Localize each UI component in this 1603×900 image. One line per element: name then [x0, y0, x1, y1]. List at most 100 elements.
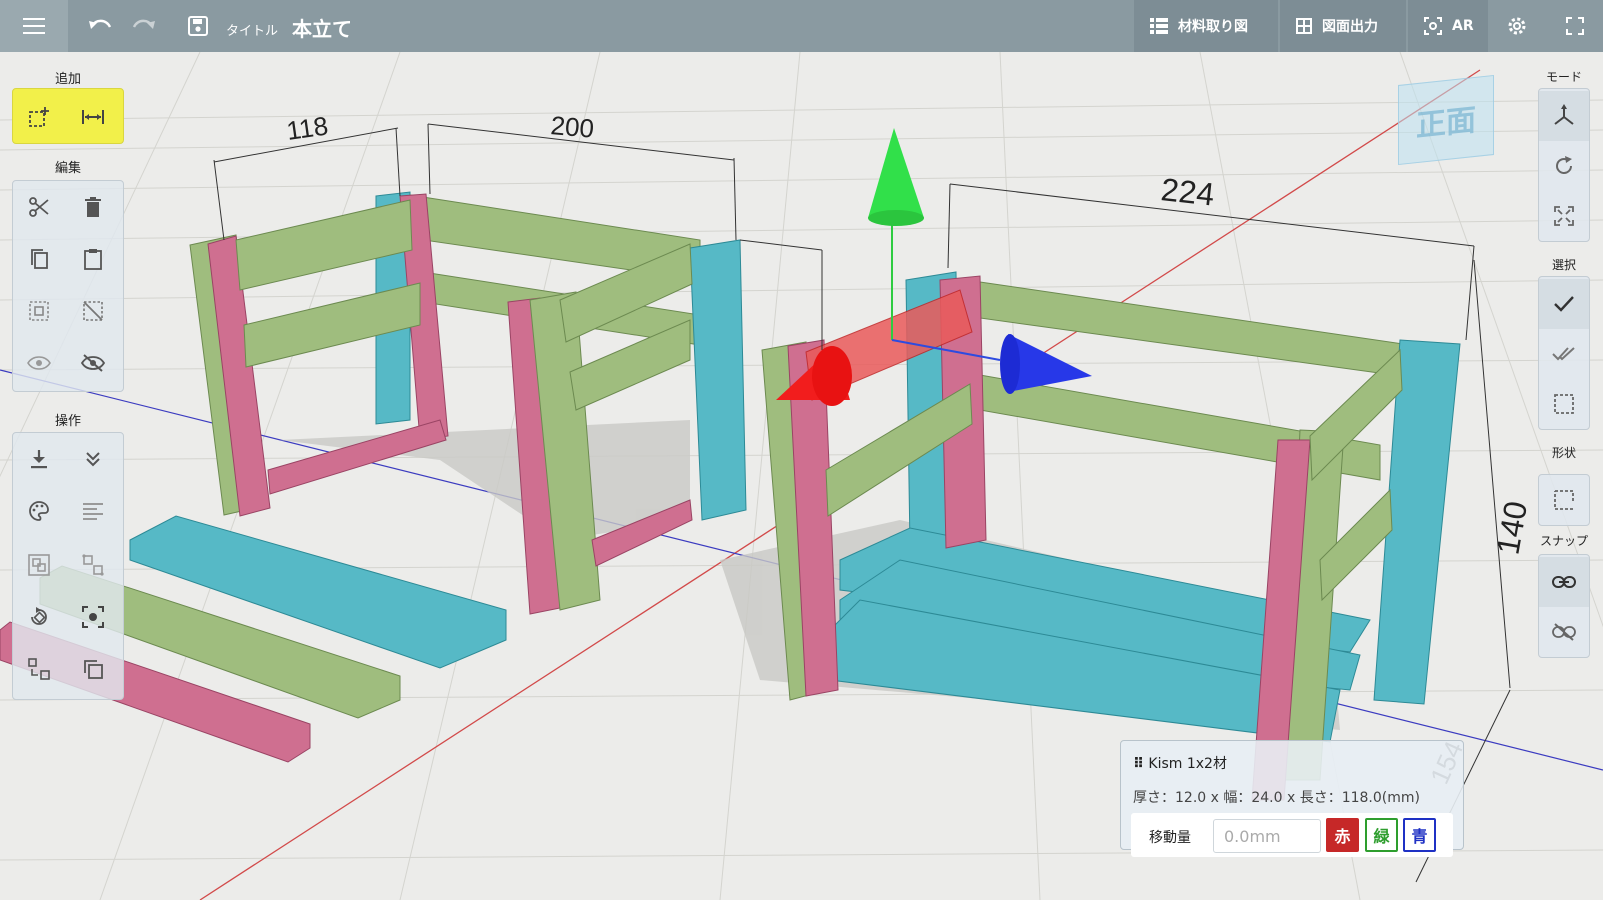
cut-list-label: 材料取り図 — [1178, 19, 1248, 35]
select-group-label: 選択 — [1551, 258, 1576, 272]
add-panel — [12, 88, 124, 144]
multi-select-button[interactable] — [1539, 329, 1589, 379]
box-select-button[interactable] — [1539, 379, 1589, 429]
move-amount-input[interactable] — [1213, 819, 1321, 853]
rotate-button[interactable] — [19, 597, 59, 637]
cut-button[interactable] — [19, 187, 59, 227]
snap-on-button[interactable] — [1539, 557, 1589, 607]
shape-button[interactable] — [1539, 475, 1589, 525]
move-mode-button[interactable] — [1539, 91, 1589, 141]
check-icon — [1554, 296, 1574, 312]
box-select-icon — [1554, 394, 1574, 414]
arrange-button[interactable] — [19, 649, 59, 689]
double-chevron-down-icon — [86, 452, 100, 467]
part-name-row: ⠿ Kism 1x2材 — [1133, 753, 1227, 773]
arrange-icon — [28, 658, 50, 680]
select-panel — [1538, 276, 1590, 430]
copy-button[interactable] — [19, 239, 59, 279]
drawing-output-button[interactable]: 図面出力 — [1280, 0, 1406, 52]
drawing-output-label: 図面出力 — [1322, 19, 1378, 35]
focus-button[interactable] — [73, 597, 113, 637]
trash-icon — [85, 197, 101, 217]
menu-icon — [23, 18, 45, 34]
mode-panel — [1538, 88, 1590, 242]
rotate-mode-button[interactable] — [1539, 141, 1589, 191]
edit-panel — [12, 180, 124, 392]
part-info-panel[interactable]: ⠿ Kism 1x2材 厚さ：12.0 x 幅：24.0 x 長さ：118.0(… — [1120, 740, 1464, 857]
save-icon — [188, 16, 208, 36]
drag-handle-icon[interactable]: ⠿ — [1133, 756, 1144, 772]
palette-icon — [29, 501, 49, 521]
fit-view-icon — [1554, 206, 1574, 226]
align-button[interactable] — [73, 491, 113, 531]
undo-icon — [89, 19, 112, 29]
move-amount-box: 移動量 赤 緑 青 — [1131, 813, 1453, 857]
delete-button[interactable] — [73, 187, 113, 227]
shape-group-label: 形状 — [1551, 446, 1576, 460]
add-box-icon — [29, 107, 49, 127]
ar-button[interactable]: AR — [1408, 0, 1488, 52]
paste-button[interactable] — [73, 239, 113, 279]
menu-button[interactable] — [0, 0, 68, 52]
group-button[interactable] — [19, 545, 59, 585]
rotate-view-icon — [1556, 156, 1572, 174]
fullscreen-icon — [1565, 17, 1584, 35]
gear-icon — [1508, 17, 1526, 35]
list-icon — [1150, 18, 1168, 34]
part-name: Kism 1x2材 — [1148, 756, 1227, 772]
color-button[interactable] — [19, 491, 59, 531]
align-icon — [83, 503, 103, 520]
deselect-button[interactable] — [73, 291, 113, 331]
blue-axis-button[interactable]: 青 — [1403, 818, 1436, 852]
add-part-button[interactable] — [19, 97, 59, 137]
link-icon — [1552, 576, 1576, 588]
single-select-button[interactable] — [1539, 279, 1589, 329]
view-cube-label: 正面 — [1416, 102, 1476, 145]
select-all-button[interactable] — [19, 291, 59, 331]
green-axis-button[interactable]: 緑 — [1365, 818, 1398, 852]
undo-button[interactable] — [82, 0, 118, 52]
duplicate-button[interactable] — [73, 649, 113, 689]
clipboard-icon — [84, 249, 102, 270]
redo-button[interactable] — [126, 0, 162, 52]
operate-group-label: 操作 — [54, 414, 81, 429]
snap-off-button[interactable] — [1539, 607, 1589, 657]
save-button[interactable] — [180, 0, 216, 52]
group-icon — [28, 554, 50, 576]
double-check-icon — [1552, 347, 1575, 361]
add-dimension-button[interactable] — [73, 97, 113, 137]
fullscreen-button[interactable] — [1546, 0, 1603, 52]
project-title[interactable]: 本立て — [292, 13, 352, 42]
drop-to-floor-button[interactable] — [19, 439, 59, 479]
fit-view-button[interactable] — [1539, 191, 1589, 241]
download-icon — [31, 450, 47, 469]
snap-panel — [1538, 554, 1590, 658]
axes-icon — [1554, 104, 1574, 125]
snap-group-label: スナップ — [1539, 534, 1588, 548]
eye-icon — [27, 356, 51, 370]
scissors-icon — [29, 197, 49, 217]
cut-list-button[interactable]: 材料取り図 — [1134, 0, 1278, 52]
add-group-label: 追加 — [54, 72, 81, 87]
shape-icon — [1554, 490, 1574, 510]
copy-icon — [31, 249, 48, 269]
eye-off-icon — [81, 354, 105, 372]
ungroup-button[interactable] — [73, 545, 113, 585]
dim-118-label: 118 — [285, 110, 330, 145]
hide-button[interactable] — [73, 343, 113, 383]
dim-200-label: 200 — [549, 110, 595, 144]
link-off-icon — [1552, 623, 1576, 641]
part-dimensions: 厚さ：12.0 x 幅：24.0 x 長さ：118.0(mm) — [1133, 790, 1420, 806]
move-amount-label: 移動量 — [1149, 830, 1191, 846]
view-cube[interactable]: 正面 — [1398, 74, 1494, 166]
show-button[interactable] — [19, 343, 59, 383]
settings-button[interactable] — [1490, 0, 1544, 52]
select-all-icon — [29, 301, 49, 321]
rotate-icon — [31, 607, 47, 625]
deselect-icon — [83, 301, 103, 321]
expand-button[interactable] — [73, 439, 113, 479]
redo-icon — [132, 19, 155, 29]
ar-icon — [1424, 17, 1442, 35]
red-axis-button[interactable]: 赤 — [1326, 818, 1359, 852]
dimension-icon — [82, 110, 104, 124]
